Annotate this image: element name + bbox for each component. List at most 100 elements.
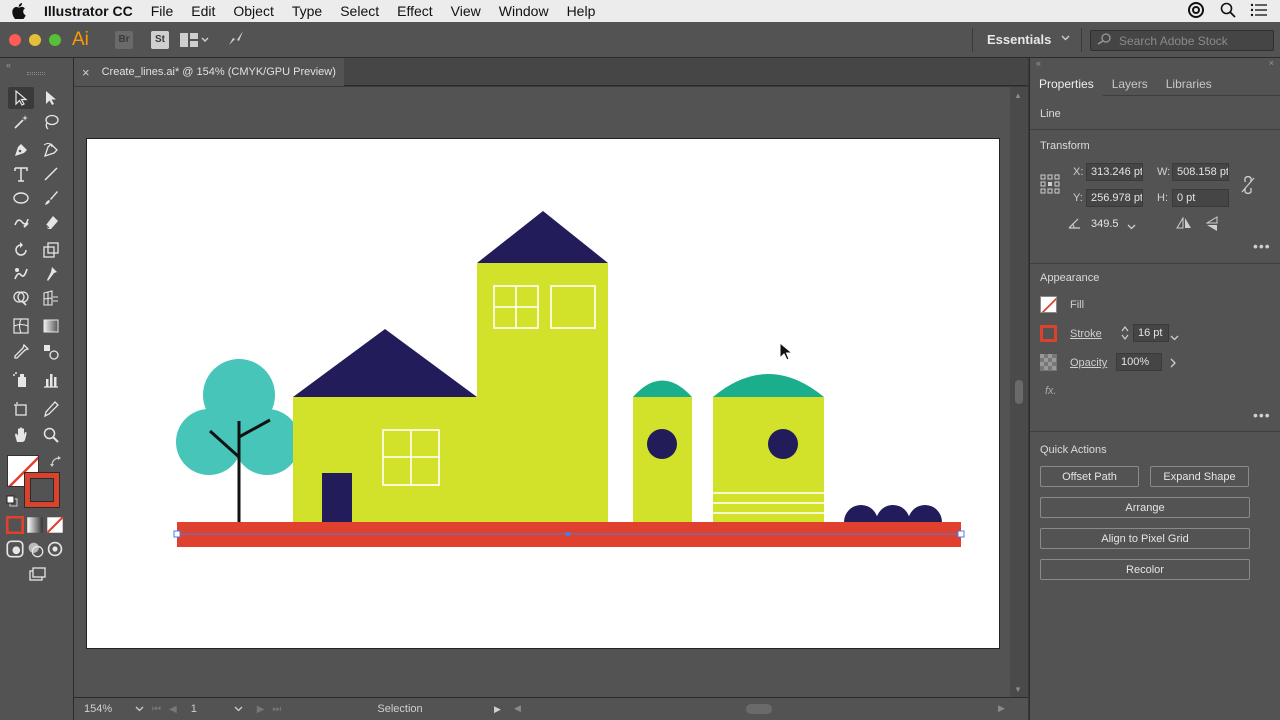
menu-effect[interactable]: Effect	[388, 0, 442, 22]
column-graph-tool[interactable]	[38, 369, 64, 391]
gradient-tool[interactable]	[38, 315, 64, 337]
type-tool[interactable]	[8, 163, 34, 185]
menu-edit[interactable]: Edit	[182, 0, 224, 22]
hand-tool[interactable]	[8, 424, 34, 446]
offset-path-button[interactable]: Offset Path	[1040, 466, 1139, 487]
swap-fill-stroke-icon[interactable]	[50, 456, 62, 471]
notification-list-icon[interactable]	[1250, 3, 1268, 20]
shaper-tool[interactable]	[8, 211, 34, 233]
scroll-down-icon[interactable]: ▼	[1014, 685, 1022, 694]
eraser-tool[interactable]	[38, 211, 64, 233]
lasso-tool[interactable]	[38, 111, 64, 133]
chevron-down-icon[interactable]	[1127, 219, 1136, 233]
status-mode[interactable]: Selection	[377, 703, 503, 715]
magic-wand-tool[interactable]	[8, 111, 34, 133]
stepper-arrows-icon[interactable]	[1120, 325, 1130, 344]
close-window-button[interactable]	[9, 33, 21, 46]
draw-normal-button[interactable]	[6, 538, 24, 560]
fill-color-swatch[interactable]	[1040, 296, 1057, 313]
stroke-color-swatch[interactable]	[1040, 325, 1057, 342]
warp-tool[interactable]	[8, 263, 34, 285]
toolbar-grip[interactable]	[27, 72, 45, 75]
menu-select[interactable]: Select	[331, 0, 388, 22]
menu-type[interactable]: Type	[283, 0, 331, 22]
perspective-grid-tool[interactable]	[38, 287, 64, 309]
direct-selection-tool[interactable]	[38, 87, 64, 109]
color-mode-button[interactable]	[6, 514, 24, 536]
rotate-tool[interactable]	[8, 239, 34, 261]
workspace-switcher[interactable]: Essentials	[987, 32, 1070, 47]
height-field[interactable]: 0 pt	[1172, 189, 1229, 207]
align-to-pixel-grid-button[interactable]: Align to Pixel Grid	[1040, 528, 1250, 549]
tab-libraries[interactable]: Libraries	[1157, 72, 1221, 96]
more-transform-options-icon[interactable]: •••	[1253, 238, 1271, 254]
fx-effects-button[interactable]: fx.	[1045, 385, 1057, 397]
scale-tool[interactable]	[38, 239, 64, 261]
vertical-scrollbar[interactable]: ▲ ▼	[1010, 87, 1028, 697]
eyedropper-tool[interactable]	[8, 341, 34, 363]
arrange-button[interactable]: Arrange	[1040, 497, 1250, 518]
scroll-up-icon[interactable]: ▲	[1014, 91, 1022, 100]
menu-app-name[interactable]: Illustrator CC	[38, 0, 142, 22]
artboard[interactable]	[86, 138, 1000, 649]
slice-tool[interactable]	[38, 398, 64, 420]
symbol-sprayer-tool[interactable]	[8, 369, 34, 391]
recolor-button[interactable]: Recolor	[1040, 559, 1250, 580]
bridge-button[interactable]: Br	[115, 30, 133, 49]
tab-layers[interactable]: Layers	[1103, 72, 1157, 96]
stroke-weight-field[interactable]: 16 pt	[1133, 324, 1169, 342]
default-fill-stroke-icon[interactable]	[6, 495, 18, 510]
zoom-level-dropdown[interactable]: 154%	[80, 701, 148, 718]
blend-tool[interactable]	[38, 341, 64, 363]
menu-view[interactable]: View	[442, 0, 490, 22]
silo[interactable]	[633, 380, 692, 524]
tree[interactable]	[176, 359, 300, 523]
menu-window[interactable]: Window	[490, 0, 558, 22]
opacity-field[interactable]: 100%	[1116, 353, 1162, 371]
apple-icon[interactable]	[0, 3, 38, 19]
artboard-tool[interactable]	[8, 398, 34, 420]
selection-tool[interactable]	[8, 87, 34, 109]
rotation-angle-field[interactable]: 349.59°	[1086, 215, 1120, 233]
vertical-scroll-thumb[interactable]	[1015, 380, 1023, 404]
next-artboard-icon[interactable]: ▶	[257, 704, 265, 715]
horizontal-scrollbar[interactable]: ◀ ▶	[514, 703, 1005, 714]
expand-shape-button[interactable]: Expand Shape	[1150, 466, 1249, 487]
maximize-window-button[interactable]	[49, 33, 61, 46]
artboard-number-dropdown[interactable]: 1	[187, 703, 247, 715]
first-artboard-icon[interactable]: ⏮	[152, 704, 161, 715]
collapse-panel-icon[interactable]: «	[1036, 58, 1041, 72]
flip-horizontal-icon[interactable]	[1176, 216, 1192, 232]
previous-artboard-icon[interactable]: ◀	[169, 704, 177, 715]
stock-search-input[interactable]	[1119, 33, 1269, 48]
shape-builder-tool[interactable]	[8, 287, 34, 309]
curvature-tool[interactable]	[38, 139, 64, 161]
stock-search-box[interactable]	[1090, 30, 1274, 51]
width-field[interactable]: 508.158 pt	[1172, 163, 1229, 181]
horizontal-scroll-thumb[interactable]	[746, 704, 772, 714]
reference-point-icon[interactable]	[1040, 174, 1060, 197]
tower-building[interactable]	[477, 211, 608, 523]
menu-object[interactable]: Object	[224, 0, 282, 22]
line-segment-tool[interactable]	[38, 163, 64, 185]
menu-help[interactable]: Help	[558, 0, 605, 22]
close-tab-icon[interactable]: ×	[82, 65, 90, 80]
stroke-swatch[interactable]	[24, 472, 60, 508]
none-mode-button[interactable]	[46, 514, 64, 536]
puppet-warp-tool[interactable]	[38, 263, 64, 285]
arrange-documents-icon[interactable]	[180, 32, 209, 47]
ellipse-tool[interactable]	[8, 187, 34, 209]
draw-inside-button[interactable]	[46, 538, 64, 560]
scroll-right-icon[interactable]: ▶	[998, 703, 1005, 714]
collapse-toolbar-icon[interactable]: «	[6, 60, 11, 70]
mesh-tool[interactable]	[8, 315, 34, 337]
gradient-mode-button[interactable]	[26, 514, 44, 536]
chevron-right-icon[interactable]	[1170, 357, 1176, 371]
minimize-window-button[interactable]	[29, 33, 41, 46]
document-tab[interactable]: × Create_lines.ai* @ 154% (CMYK/GPU Prev…	[74, 58, 344, 86]
last-artboard-icon[interactable]: ⏭	[272, 704, 281, 715]
x-position-field[interactable]: 313.246 pt	[1086, 163, 1143, 181]
constrain-proportions-icon[interactable]	[1240, 175, 1256, 197]
canvas[interactable]	[74, 87, 1010, 697]
flip-vertical-icon[interactable]	[1205, 216, 1218, 235]
